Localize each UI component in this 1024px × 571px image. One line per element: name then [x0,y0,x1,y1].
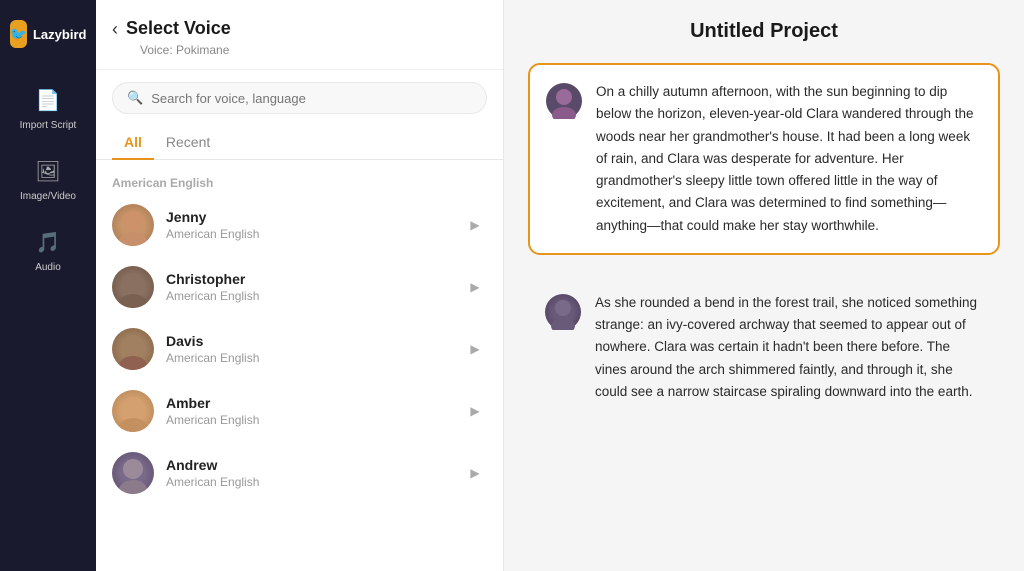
sidebar-item-audio[interactable]: 🎵 Audio [8,214,88,285]
page-title: Untitled Project [528,20,1000,43]
voice-item-amber[interactable]: Amber American English ▶ [96,380,503,442]
logo: 🐦 Lazybird [0,12,96,56]
voice-name-andrew: Andrew [166,457,451,473]
play-button-andrew[interactable]: ▶ [463,461,487,485]
voice-avatar-davis [112,328,154,370]
sidebar-item-image-video[interactable]: 🖼 Image/Video [8,143,88,214]
play-button-christopher[interactable]: ▶ [463,275,487,299]
sidebar-item-import-script[interactable]: 📄 Import Script [8,72,88,143]
play-button-davis[interactable]: ▶ [463,337,487,361]
character-avatar-1 [546,83,582,119]
group-label: American English [96,168,503,194]
voice-info-christopher: Christopher American English [166,271,451,303]
voice-info-amber: Amber American English [166,395,451,427]
voice-item-andrew[interactable]: Andrew American English ▶ [96,442,503,504]
story-block-2[interactable]: As she rounded a bend in the forest trai… [528,275,1000,420]
sidebar-item-label-image: Image/Video [20,191,76,202]
voice-list: American English Jenny American English … [96,160,503,571]
tab-recent[interactable]: Recent [154,126,222,160]
voice-avatar-christopher [112,266,154,308]
tab-all[interactable]: All [112,126,154,160]
panel-title: Select Voice [126,18,231,39]
import-script-icon: 📄 [32,84,64,116]
main-content: Untitled Project On a chilly autumn afte… [504,0,1024,571]
tabs: All Recent [96,126,503,160]
panel-header: ‹ Select Voice Voice: Pokimane [96,0,503,70]
voice-name-jenny: Jenny [166,209,451,225]
play-button-amber[interactable]: ▶ [463,399,487,423]
voice-lang-amber: American English [166,413,451,427]
voice-name-christopher: Christopher [166,271,451,287]
voice-name-amber: Amber [166,395,451,411]
voice-item-jenny[interactable]: Jenny American English ▶ [96,194,503,256]
image-video-icon: 🖼 [32,155,64,187]
story-block-1[interactable]: On a chilly autumn afternoon, with the s… [528,63,1000,255]
panel-subtitle: Voice: Pokimane [140,43,487,57]
voice-item-davis[interactable]: Davis American English ▶ [96,318,503,380]
logo-text: Lazybird [33,27,86,42]
story-text-1: On a chilly autumn afternoon, with the s… [596,81,982,237]
logo-icon: 🐦 [10,20,27,48]
back-button[interactable]: ‹ [112,20,118,38]
voice-info-jenny: Jenny American English [166,209,451,241]
voice-lang-davis: American English [166,351,451,365]
story-text-2: As she rounded a bend in the forest trai… [595,292,983,403]
search-icon: 🔍 [127,90,143,106]
audio-icon: 🎵 [32,226,64,258]
panel-header-row: ‹ Select Voice [112,18,487,39]
voice-lang-christopher: American English [166,289,451,303]
voice-name-davis: Davis [166,333,451,349]
search-input[interactable] [151,91,472,106]
sidebar: 🐦 Lazybird 📄 Import Script 🖼 Image/Video… [0,0,96,571]
voice-info-davis: Davis American English [166,333,451,365]
voice-avatar-amber [112,390,154,432]
character-avatar-2 [545,294,581,330]
voice-lang-jenny: American English [166,227,451,241]
sidebar-item-label-audio: Audio [35,262,61,273]
sidebar-item-label-import: Import Script [20,120,77,131]
voice-item-christopher[interactable]: Christopher American English ▶ [96,256,503,318]
play-button-jenny[interactable]: ▶ [463,213,487,237]
voice-lang-andrew: American English [166,475,451,489]
voice-avatar-jenny [112,204,154,246]
voice-info-andrew: Andrew American English [166,457,451,489]
voice-panel: ‹ Select Voice Voice: Pokimane 🔍 All Rec… [96,0,504,571]
search-bar: 🔍 [112,82,487,114]
voice-avatar-andrew [112,452,154,494]
